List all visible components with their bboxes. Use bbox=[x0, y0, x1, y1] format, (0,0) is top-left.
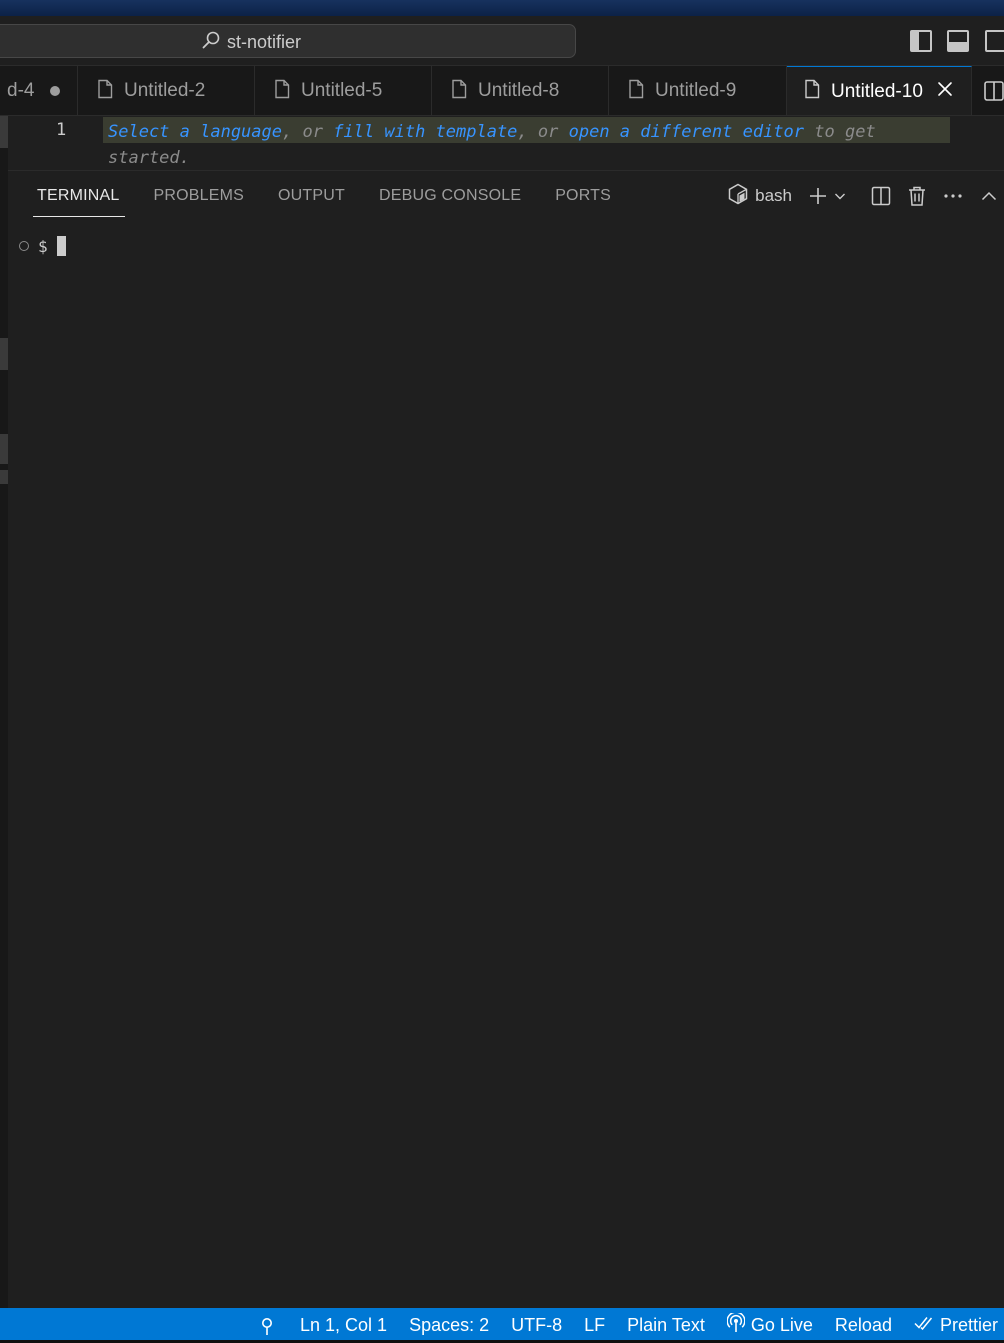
file-icon bbox=[803, 79, 821, 104]
tab-output[interactable]: OUTPUT bbox=[261, 171, 362, 221]
text-editor[interactable]: 1 Select a language, or fill with templa… bbox=[8, 116, 1004, 170]
prettier-button[interactable]: Prettier bbox=[903, 1315, 998, 1336]
double-check-icon bbox=[914, 1315, 934, 1336]
tab-untitled-10[interactable]: Untitled-10 bbox=[787, 66, 972, 115]
tab-untitled-9[interactable]: Untitled-9 bbox=[609, 66, 787, 115]
terminal-cursor bbox=[56, 236, 66, 256]
go-live-label: Go Live bbox=[750, 1315, 813, 1335]
line-number: 1 bbox=[56, 120, 67, 140]
tab-untitled-4[interactable]: d-4 bbox=[0, 66, 78, 115]
split-terminal-icon[interactable] bbox=[866, 181, 896, 211]
go-live-button[interactable]: Go Live bbox=[716, 1311, 824, 1338]
language-mode[interactable]: Plain Text bbox=[616, 1315, 716, 1336]
more-actions-icon[interactable] bbox=[938, 181, 968, 211]
command-center-search[interactable]: st-notifier bbox=[0, 24, 576, 58]
new-terminal-plus-icon[interactable] bbox=[806, 181, 830, 211]
bottom-panel: TERMINAL PROBLEMS OUTPUT DEBUG CONSOLE P… bbox=[8, 170, 1004, 1308]
reload-button[interactable]: Reload bbox=[824, 1315, 903, 1336]
file-icon bbox=[96, 79, 114, 104]
panel-actions: bash bbox=[727, 171, 1004, 221]
terminal-prompt: $ bbox=[38, 236, 48, 256]
search-icon bbox=[201, 30, 221, 55]
status-bar: Ln 1, Col 1 Spaces: 2 UTF-8 LF Plain Tex… bbox=[0, 1308, 1004, 1343]
split-editor-icon[interactable] bbox=[984, 81, 1004, 101]
end-of-line[interactable]: LF bbox=[573, 1315, 616, 1336]
encoding[interactable]: UTF-8 bbox=[500, 1315, 573, 1336]
tab-untitled-8[interactable]: Untitled-8 bbox=[432, 66, 609, 115]
trash-icon[interactable] bbox=[902, 181, 932, 211]
tab-label: Untitled-2 bbox=[124, 80, 206, 101]
open-different-editor-link[interactable]: open a different editor bbox=[569, 122, 804, 142]
tab-label: Untitled-5 bbox=[301, 80, 383, 101]
terminal-shell-selector[interactable]: bash bbox=[727, 183, 792, 210]
terminal-view[interactable]: $ bbox=[8, 221, 1004, 1309]
cursor-position[interactable]: Ln 1, Col 1 bbox=[289, 1315, 398, 1336]
select-language-link[interactable]: Select a language bbox=[108, 122, 282, 142]
unsaved-dot-icon[interactable] bbox=[50, 86, 61, 96]
tab-untitled-5[interactable]: Untitled-5 bbox=[255, 66, 432, 115]
tab-label: d-4 bbox=[7, 80, 35, 101]
indentation[interactable]: Spaces: 2 bbox=[398, 1315, 500, 1336]
file-icon bbox=[627, 79, 645, 104]
file-icon bbox=[450, 79, 468, 104]
search-label: st-notifier bbox=[227, 31, 302, 52]
terminal-prompt-line: $ bbox=[19, 236, 66, 256]
launch-profile-chevron-down-icon[interactable] bbox=[830, 181, 850, 211]
title-bar: st-notifier bbox=[0, 16, 1004, 66]
tab-problems[interactable]: PROBLEMS bbox=[137, 171, 262, 221]
tab-untitled-2[interactable]: Untitled-2 bbox=[78, 66, 255, 115]
prettier-label: Prettier bbox=[939, 1315, 998, 1335]
window-top-strip bbox=[0, 0, 1004, 16]
toggle-secondary-sidebar-icon[interactable] bbox=[985, 30, 1004, 52]
commit-icon[interactable] bbox=[249, 1316, 285, 1336]
editor-tab-bar: d-4 Untitled-2 Untitled-5 Untitled-8 Unt… bbox=[0, 66, 1004, 116]
file-icon bbox=[273, 79, 291, 104]
tab-label: Untitled-9 bbox=[655, 80, 737, 101]
broadcast-icon bbox=[726, 1311, 746, 1338]
close-icon[interactable] bbox=[937, 81, 953, 102]
shell-name: bash bbox=[755, 186, 792, 205]
maximize-panel-chevron-up-icon[interactable] bbox=[974, 181, 1004, 211]
toggle-primary-sidebar-icon[interactable] bbox=[910, 30, 932, 52]
command-decoration-icon[interactable] bbox=[19, 241, 29, 251]
terminal-bash-icon bbox=[727, 183, 749, 210]
fill-template-link[interactable]: fill with template bbox=[333, 122, 517, 142]
tab-ports[interactable]: PORTS bbox=[538, 171, 628, 221]
toggle-panel-icon[interactable] bbox=[947, 30, 969, 52]
tab-terminal[interactable]: TERMINAL bbox=[8, 171, 137, 221]
tab-debug-console[interactable]: DEBUG CONSOLE bbox=[362, 171, 538, 221]
panel-tab-list: TERMINAL PROBLEMS OUTPUT DEBUG CONSOLE P… bbox=[8, 171, 628, 221]
tab-label: Untitled-8 bbox=[478, 80, 560, 101]
sidebar-edge bbox=[0, 116, 8, 1308]
tab-label: Untitled-10 bbox=[831, 80, 923, 102]
empty-editor-hint: Select a language, or fill with template… bbox=[108, 122, 876, 168]
